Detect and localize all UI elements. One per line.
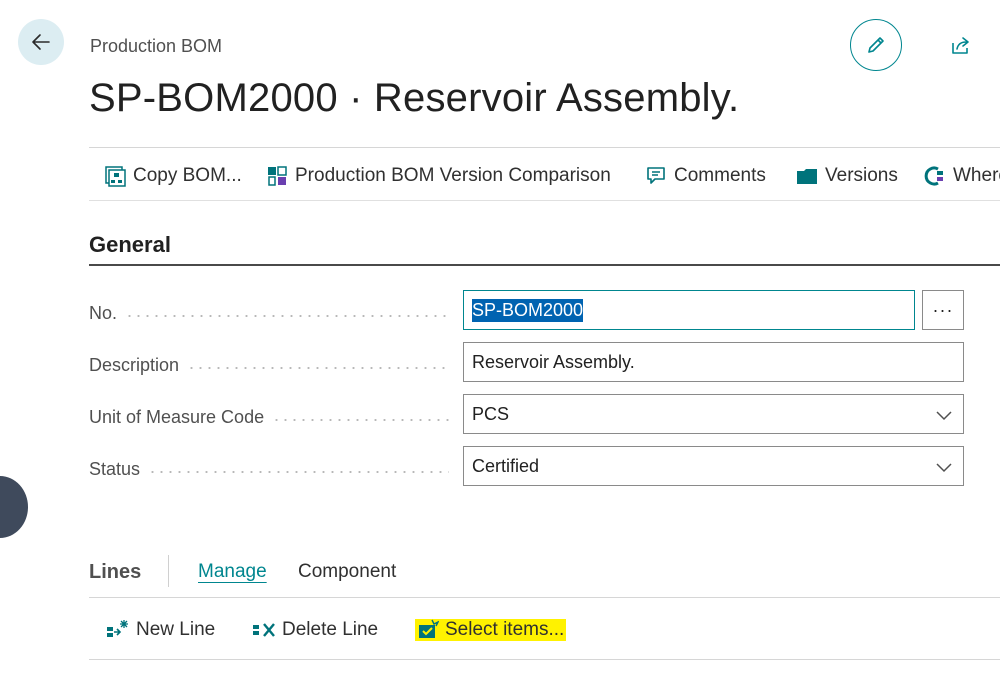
share-button[interactable] [946,30,976,60]
action-label: Comments [674,165,766,186]
status-dropdown-value: Certified [472,455,540,476]
action-label: Where [953,165,1000,186]
arrow-left-icon [32,34,50,50]
select-items-icon [419,619,439,638]
where-used-icon [924,166,943,186]
chevron-down-icon [936,463,952,473]
new-line-action[interactable]: New Line [106,616,215,644]
comments-icon [647,167,665,184]
back-button[interactable] [18,19,64,65]
action-label: Copy BOM... [133,165,242,186]
version-comparison-action[interactable]: Production BOM Version Comparison [266,162,611,190]
tab-component[interactable]: Component [298,561,396,583]
select-items-action[interactable]: Select items... [415,616,567,644]
field-label-description: Description [89,350,449,376]
ellipsis-icon: ··· [932,299,954,320]
assist-edit-button[interactable]: ··· [922,290,964,330]
no-field[interactable]: SP-BOM2000 [463,290,915,330]
section-divider [89,264,1000,266]
dotted-leader [125,315,449,317]
version-comparison-icon [268,166,287,186]
dotted-leader [272,419,449,421]
copy-bom-icon [105,166,126,187]
field-label-text: Description [89,355,180,375]
comments-action[interactable]: Comments [645,162,766,190]
divider [89,659,1000,660]
field-label-text: Unit of Measure Code [89,407,265,427]
divider [89,597,1000,598]
page-title: SP-BOM2000 · Reservoir Assembly. [89,76,740,120]
share-icon [952,37,969,54]
breadcrumb: Production BOM [90,36,223,56]
tab-manage[interactable]: Manage [198,561,267,583]
copy-bom-action[interactable]: Copy BOM... [104,162,242,190]
action-label: Select items... [445,619,565,640]
delete-line-icon [253,623,275,637]
divider [168,555,169,587]
no-field-value: SP-BOM2000 [472,298,584,322]
action-label: New Line [136,619,216,640]
action-label: Production BOM Version Comparison [295,165,611,186]
lines-title: Lines [89,561,142,583]
delete-line-action[interactable]: Delete Line [252,616,378,644]
folder-icon [797,169,817,184]
highlight-marker: Select items... [415,619,567,641]
field-label-uom: Unit of Measure Code [89,402,449,428]
field-label-status: Status [89,454,449,480]
field-label-text: Status [89,459,141,479]
description-field[interactable]: Reservoir Assembly. [463,342,964,382]
uom-dropdown[interactable]: PCS [463,394,964,434]
versions-action[interactable]: Versions [796,162,898,190]
dotted-leader [187,367,449,369]
divider [89,200,1000,201]
action-label: Versions [825,165,898,186]
side-panel-toggle[interactable] [0,476,28,538]
field-label-no: No. [89,298,449,324]
dotted-leader [148,471,449,473]
uom-dropdown-value: PCS [472,403,510,424]
where-used-action[interactable]: Where [924,162,1000,190]
edit-button[interactable] [850,19,902,71]
chevron-down-icon [936,411,952,421]
action-label: Delete Line [282,619,379,640]
description-field-value: Reservoir Assembly. [472,351,635,372]
new-line-icon [107,620,128,637]
field-label-text: No. [89,303,118,323]
status-dropdown[interactable]: Certified [463,446,964,486]
section-title-general: General [89,232,171,257]
pencil-icon [868,37,884,53]
divider [89,147,1000,148]
